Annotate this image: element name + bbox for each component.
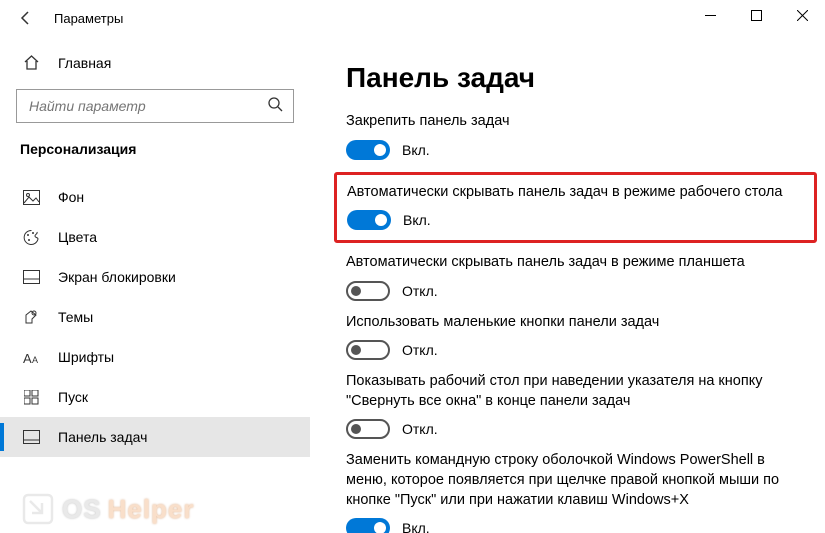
setting-label: Заменить командную строку оболочкой Wind… [346, 451, 805, 510]
toggle-autohide-desktop[interactable] [347, 210, 391, 230]
home-icon [20, 54, 42, 71]
picture-icon [20, 190, 42, 205]
lockscreen-icon [20, 270, 42, 285]
setting-autohide-tablet: Автоматически скрывать панель задач в ре… [346, 253, 805, 301]
sidebar: Главная Персонализация Фон Цвета [0, 36, 310, 533]
close-button[interactable] [779, 0, 825, 30]
sidebar-category: Персонализация [0, 137, 310, 169]
setting-small-buttons: Использовать маленькие кнопки панели зад… [346, 313, 805, 361]
themes-icon [20, 309, 42, 326]
toggle-state: Вкл. [403, 212, 431, 228]
highlighted-setting: Автоматически скрывать панель задач в ре… [334, 172, 817, 244]
svg-text:A: A [23, 351, 32, 365]
minimize-button[interactable] [687, 0, 733, 30]
setting-label: Показывать рабочий стол при наведении ук… [346, 372, 805, 411]
setting-lock-taskbar: Закрепить панель задач Вкл. [346, 112, 805, 160]
search-box[interactable] [16, 89, 294, 123]
window-title: Параметры [54, 11, 123, 26]
setting-label: Автоматически скрывать панель задач в ре… [347, 183, 804, 203]
toggle-lock-taskbar[interactable] [346, 140, 390, 160]
setting-label: Закрепить панель задач [346, 112, 805, 132]
content-area: Панель задач Закрепить панель задач Вкл.… [310, 36, 825, 533]
sidebar-item-start[interactable]: Пуск [0, 377, 310, 417]
setting-label: Использовать маленькие кнопки панели зад… [346, 313, 805, 333]
palette-icon [20, 229, 42, 246]
sidebar-label: Экран блокировки [58, 269, 176, 285]
home-link[interactable]: Главная [0, 46, 310, 81]
sidebar-label: Цвета [58, 229, 97, 245]
sidebar-item-lockscreen[interactable]: Экран блокировки [0, 257, 310, 297]
sidebar-label: Фон [58, 189, 84, 205]
toggle-autohide-tablet[interactable] [346, 281, 390, 301]
sidebar-label: Темы [58, 309, 93, 325]
toggle-small-buttons[interactable] [346, 340, 390, 360]
sidebar-item-themes[interactable]: Темы [0, 297, 310, 337]
sidebar-item-colors[interactable]: Цвета [0, 217, 310, 257]
svg-text:A: A [32, 355, 38, 365]
page-heading: Панель задач [346, 62, 805, 94]
toggle-peek-desktop[interactable] [346, 419, 390, 439]
sidebar-label: Шрифты [58, 349, 114, 365]
toggle-state: Откл. [402, 342, 438, 358]
sidebar-label: Панель задач [58, 429, 147, 445]
taskbar-icon [20, 430, 42, 444]
start-icon [20, 390, 42, 405]
setting-label: Автоматически скрывать панель задач в ре… [346, 253, 805, 273]
setting-autohide-desktop: Автоматически скрывать панель задач в ре… [347, 183, 804, 231]
fonts-icon: AA [20, 350, 42, 365]
home-label: Главная [58, 55, 111, 71]
sidebar-item-taskbar[interactable]: Панель задач [0, 417, 310, 457]
toggle-state: Вкл. [402, 520, 430, 533]
setting-powershell: Заменить командную строку оболочкой Wind… [346, 451, 805, 533]
sidebar-item-background[interactable]: Фон [0, 177, 310, 217]
toggle-state: Откл. [402, 421, 438, 437]
sidebar-label: Пуск [58, 389, 88, 405]
setting-peek-desktop: Показывать рабочий стол при наведении ук… [346, 372, 805, 439]
toggle-state: Вкл. [402, 142, 430, 158]
toggle-powershell[interactable] [346, 518, 390, 533]
search-input[interactable] [16, 89, 294, 123]
toggle-state: Откл. [402, 283, 438, 299]
sidebar-item-fonts[interactable]: AA Шрифты [0, 337, 310, 377]
back-button[interactable] [18, 10, 36, 26]
maximize-button[interactable] [733, 0, 779, 30]
